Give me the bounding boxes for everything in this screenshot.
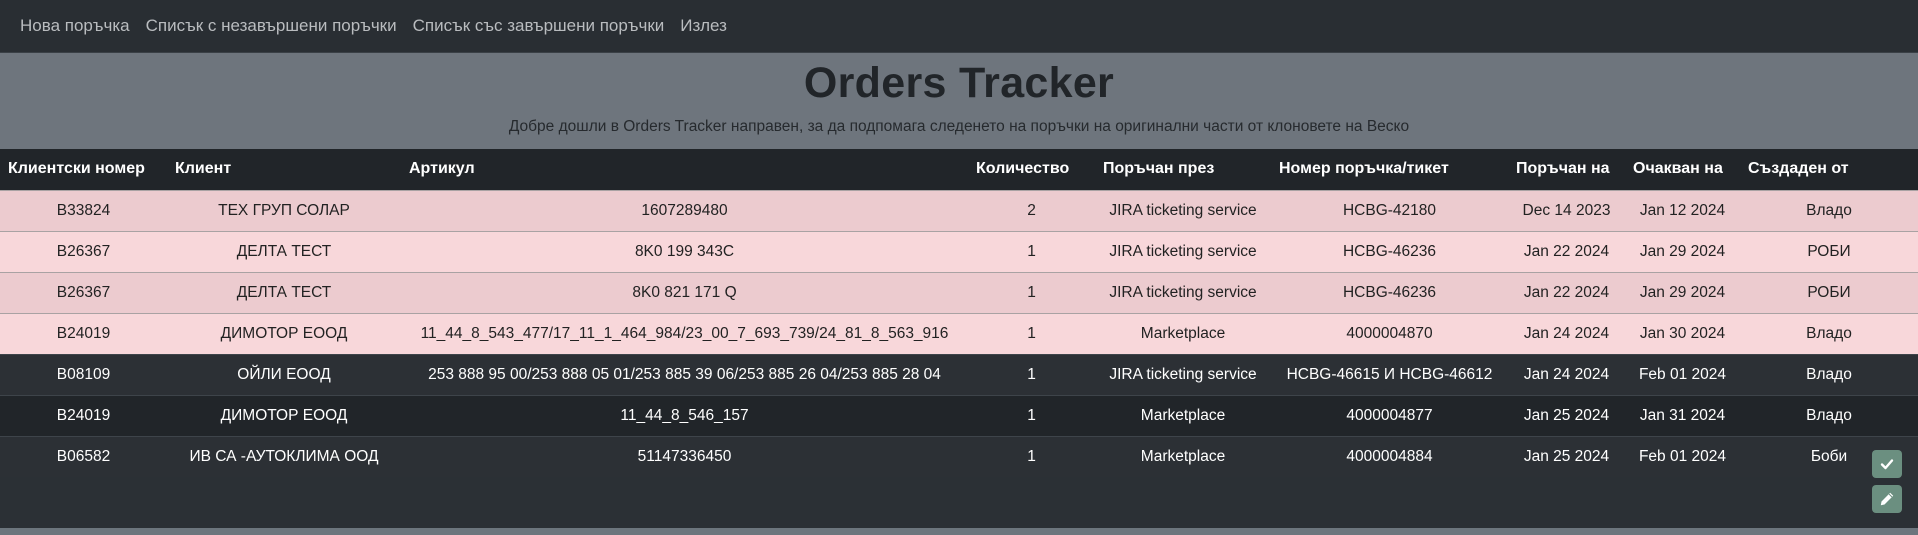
cell-ordered-on: Jan 22 2024	[1523, 283, 1610, 301]
cell-client: ДИМОТОР ЕООД	[220, 406, 348, 424]
cell-order-number: HCBG-42180	[1342, 201, 1437, 219]
cell-client: ИВ СА -АУТОКЛИМА ООД	[189, 447, 379, 465]
cell-article: 11_44_8_546_157	[620, 406, 749, 424]
cell-article: 51147336450	[637, 447, 732, 465]
cell-expected-on: Jan 29 2024	[1639, 242, 1726, 260]
check-icon	[1880, 459, 1894, 470]
cell-ordered-via: JIRA ticketing service	[1109, 365, 1257, 383]
cell-client-number: B24019	[56, 324, 111, 342]
cell-client-number: B26367	[56, 242, 111, 260]
table-row[interactable]: B24019 ДИМОТОР ЕООД 11_44_8_546_157 1 Ma…	[0, 395, 1918, 436]
cell-ordered-on: Jan 25 2024	[1523, 447, 1610, 465]
cell-quantity: 1	[1027, 406, 1036, 424]
cell-order-number: 4000004870	[1346, 324, 1433, 342]
cell-article: 1607289480	[641, 201, 728, 219]
cell-client: ОЙЛИ ЕООД	[237, 365, 331, 383]
col-header-created-by: Създаден от	[1748, 160, 1849, 178]
table-row[interactable]: B33824 ТЕХ ГРУП СОЛАР 1607289480 2 JIRA …	[0, 190, 1918, 231]
cell-created-by: Владо	[1806, 201, 1852, 219]
table-row[interactable]: B06582 ИВ СА -АУТОКЛИМА ООД 51147336450 …	[0, 436, 1918, 477]
table-row[interactable]: B08109 ОЙЛИ ЕООД 253 888 95 00/253 888 0…	[0, 354, 1918, 395]
cell-client-number: B24019	[56, 406, 111, 424]
cell-ordered-via: JIRA ticketing service	[1109, 201, 1257, 219]
cell-article: 253 888 95 00/253 888 05 01/253 885 39 0…	[428, 365, 941, 383]
nav-new-order[interactable]: Нова поръчка	[12, 16, 138, 36]
cell-expected-on: Jan 31 2024	[1639, 406, 1726, 424]
nav-logout[interactable]: Излез	[672, 16, 735, 36]
mark-complete-button[interactable]	[1872, 450, 1902, 478]
top-navbar: Нова поръчка Списък с незавършени поръчк…	[0, 0, 1918, 53]
cell-order-number: HCBG-46615 И HCBG-46612	[1286, 365, 1493, 383]
cell-client-number: B06582	[56, 447, 111, 465]
col-header-order-number: Номер поръчка/тикет	[1279, 160, 1449, 178]
cell-created-by: Владо	[1806, 365, 1852, 383]
cell-quantity: 2	[1027, 201, 1036, 219]
col-header-expected-on: Очакван на	[1633, 160, 1723, 178]
cell-order-number: HCBG-46236	[1342, 242, 1437, 260]
cell-article: 11_44_8_543_477/17_11_1_464_984/23_00_7_…	[420, 324, 949, 342]
cell-quantity: 1	[1027, 447, 1036, 465]
nav-pending-orders[interactable]: Списък с незавършени поръчки	[138, 16, 405, 36]
cell-expected-on: Jan 29 2024	[1639, 283, 1726, 301]
table-row[interactable]: B26367 ДЕЛТА ТЕСТ 8K0 821 171 Q 1 JIRA t…	[0, 272, 1918, 313]
cell-order-number: 4000004884	[1346, 447, 1433, 465]
cell-quantity: 1	[1027, 242, 1036, 260]
cell-ordered-on: Jan 25 2024	[1523, 406, 1610, 424]
table-row[interactable]: B24019 ДИМОТОР ЕООД 11_44_8_543_477/17_1…	[0, 313, 1918, 354]
col-header-ordered-on: Поръчан на	[1516, 160, 1610, 178]
col-header-client: Клиент	[175, 160, 232, 178]
cell-created-by: РОБИ	[1807, 283, 1851, 301]
cell-ordered-on: Jan 22 2024	[1523, 242, 1610, 260]
orders-table: Клиентски номер Клиент Артикул Количеств…	[0, 149, 1918, 477]
cell-ordered-via: Marketplace	[1140, 324, 1226, 342]
nav-completed-orders[interactable]: Списък със завършени поръчки	[405, 16, 673, 36]
cell-ordered-on: Dec 14 2023	[1522, 201, 1611, 219]
cell-client: ДЕЛТА ТЕСТ	[236, 242, 332, 260]
orders-table-container: Клиентски номер Клиент Артикул Количеств…	[0, 149, 1918, 528]
table-header-row: Клиентски номер Клиент Артикул Количеств…	[0, 149, 1918, 190]
cell-client-number: B08109	[56, 365, 111, 383]
cell-quantity: 1	[1027, 324, 1036, 342]
cell-quantity: 1	[1027, 283, 1036, 301]
cell-order-number: HCBG-46236	[1342, 283, 1437, 301]
cell-created-by: РОБИ	[1807, 242, 1851, 260]
cell-ordered-via: JIRA ticketing service	[1109, 242, 1257, 260]
cell-quantity: 1	[1027, 365, 1036, 383]
col-header-article: Артикул	[409, 160, 475, 178]
cell-expected-on: Jan 30 2024	[1639, 324, 1726, 342]
cell-order-number: 4000004877	[1346, 406, 1433, 424]
cell-article: 8K0 199 343C	[634, 242, 735, 260]
col-header-quantity: Количество	[976, 160, 1070, 178]
page-header: Orders Tracker Добре дошли в Orders Trac…	[0, 53, 1918, 149]
cell-expected-on: Feb 01 2024	[1638, 447, 1727, 465]
footer-strip	[0, 528, 1918, 535]
cell-client-number: B33824	[56, 201, 111, 219]
cell-client: ТЕХ ГРУП СОЛАР	[218, 201, 350, 219]
cell-ordered-via: JIRA ticketing service	[1109, 283, 1257, 301]
cell-created-by: Владо	[1806, 324, 1852, 342]
cell-client-number: B26367	[56, 283, 111, 301]
table-row[interactable]: B26367 ДЕЛТА ТЕСТ 8K0 199 343C 1 JIRA ti…	[0, 231, 1918, 272]
edit-order-button[interactable]	[1872, 485, 1902, 513]
cell-expected-on: Feb 01 2024	[1638, 365, 1727, 383]
cell-ordered-on: Jan 24 2024	[1523, 365, 1610, 383]
pencil-icon	[1880, 492, 1894, 506]
cell-created-by: Владо	[1806, 406, 1852, 424]
cell-expected-on: Jan 12 2024	[1639, 201, 1726, 219]
cell-client: ДЕЛТА ТЕСТ	[236, 283, 332, 301]
col-header-ordered-via: Поръчан през	[1103, 160, 1215, 178]
page-title: Orders Tracker	[803, 59, 1115, 107]
cell-ordered-via: Marketplace	[1140, 406, 1226, 424]
page-subtitle: Добре дошли в Orders Tracker направен, з…	[508, 118, 1410, 135]
cell-client: ДИМОТОР ЕООД	[220, 324, 348, 342]
cell-article: 8K0 821 171 Q	[632, 283, 737, 301]
cell-ordered-via: Marketplace	[1140, 447, 1226, 465]
cell-ordered-on: Jan 24 2024	[1523, 324, 1610, 342]
col-header-client-number: Клиентски номер	[8, 160, 145, 178]
